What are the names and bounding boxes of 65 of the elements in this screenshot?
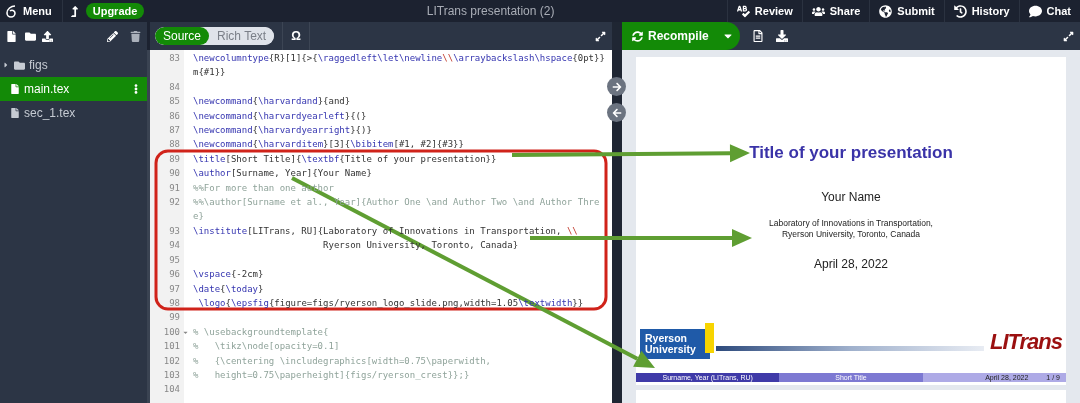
- recompile-button[interactable]: Recompile: [622, 22, 740, 50]
- slide-date: April 28, 2022: [813, 257, 889, 271]
- code-line: % height=0.75\paperheight]{figs/ryerson_crest}};}: [193, 369, 470, 380]
- line-number: 100: [162, 325, 181, 339]
- line-number: 93: [168, 224, 181, 238]
- code-line: \title[Short Title]{\textbf{Title of your presentation}}: [193, 153, 497, 164]
- code-line: \newcolumntype{R}[1]{>{\raggedleft\let\newline\\\arraybackslash\hspace{0pt}}m{#1}}: [193, 53, 605, 78]
- line-number: 97: [168, 282, 181, 296]
- arrow-right-icon: [611, 81, 622, 92]
- line-number: 84: [168, 80, 181, 94]
- refresh-icon: [632, 30, 643, 42]
- upgrade-button[interactable]: Upgrade: [85, 3, 145, 19]
- line-number: 103: [162, 368, 181, 382]
- line-number: 90: [168, 167, 181, 181]
- code-line: % \usebackgroundtemplate{: [193, 326, 329, 337]
- institute-text: Laboratory of Innovations in Transportation, Ryerson University, Toronto, Canada: [769, 218, 933, 240]
- code-line: \author[Surname, Year]{Your Name}: [193, 168, 372, 179]
- review-icon: [736, 4, 750, 18]
- file-name: sec_1.tex: [24, 106, 77, 120]
- share-icon: [811, 4, 825, 18]
- line-number: 96: [168, 268, 181, 282]
- code-line: \newcommand{\harvardand}{and}: [193, 96, 351, 107]
- code-line: \date{\today}: [193, 283, 264, 294]
- file-item[interactable]: main.tex: [0, 77, 147, 101]
- folder-item[interactable]: figs: [0, 53, 147, 77]
- file-name: main.tex: [24, 82, 71, 96]
- line-number: 99: [168, 311, 181, 325]
- slide-title: Title of your presentation: [749, 143, 953, 163]
- project-title: LITrans presentation (2): [425, 4, 556, 18]
- line-number: 102: [162, 354, 181, 368]
- code-line: \newcommand{\harvarditem}[3]{\bibitem[#1, #2]{#3}}: [193, 139, 464, 150]
- code-line: \newcommand{\harvardyearright}{)}: [193, 125, 372, 136]
- line-number: 89: [168, 152, 181, 166]
- line-number: 86: [168, 109, 181, 123]
- logo-accent-bar: [704, 323, 714, 353]
- university-logo: Ryerson University: [640, 329, 710, 359]
- file-icon: [10, 84, 20, 94]
- line-number: 95: [168, 253, 181, 267]
- file-item[interactable]: sec_1.tex: [0, 101, 147, 125]
- folder-icon: [14, 59, 25, 71]
- arrow-left-icon: [611, 107, 622, 118]
- line-number: 87: [168, 124, 181, 138]
- line-number: 98: [168, 296, 181, 310]
- code-line: \newcommand{\harvardyearleft}{(}: [193, 110, 367, 121]
- code-line: % {\centering \includegraphics[width=0.75\paperwidth,: [193, 355, 491, 366]
- line-number: 104: [162, 383, 181, 397]
- code-line: % \tikz\node[opacity=0.1]: [193, 341, 340, 352]
- leaf-logo-icon: [6, 4, 18, 18]
- line-number: 83: [168, 52, 181, 65]
- author-name: Your Name: [821, 190, 881, 204]
- line-number: 92: [168, 196, 181, 210]
- caret-icon[interactable]: [2, 61, 10, 69]
- code-line: \vspace{-2cm}: [193, 269, 264, 280]
- line-number: 94: [168, 239, 181, 253]
- file-name: figs: [29, 58, 49, 72]
- history-icon: [953, 4, 967, 18]
- file-icon: [10, 108, 20, 118]
- submit-icon: [879, 4, 893, 18]
- chat-icon: [1028, 4, 1042, 18]
- line-number: 88: [168, 138, 181, 152]
- line-number: 91: [168, 181, 181, 195]
- line-number: 85: [168, 95, 181, 109]
- line-number: 101: [162, 340, 181, 354]
- litrans-logo: LITrans: [989, 329, 1062, 355]
- editor-mode-tab[interactable]: Source: [155, 27, 210, 45]
